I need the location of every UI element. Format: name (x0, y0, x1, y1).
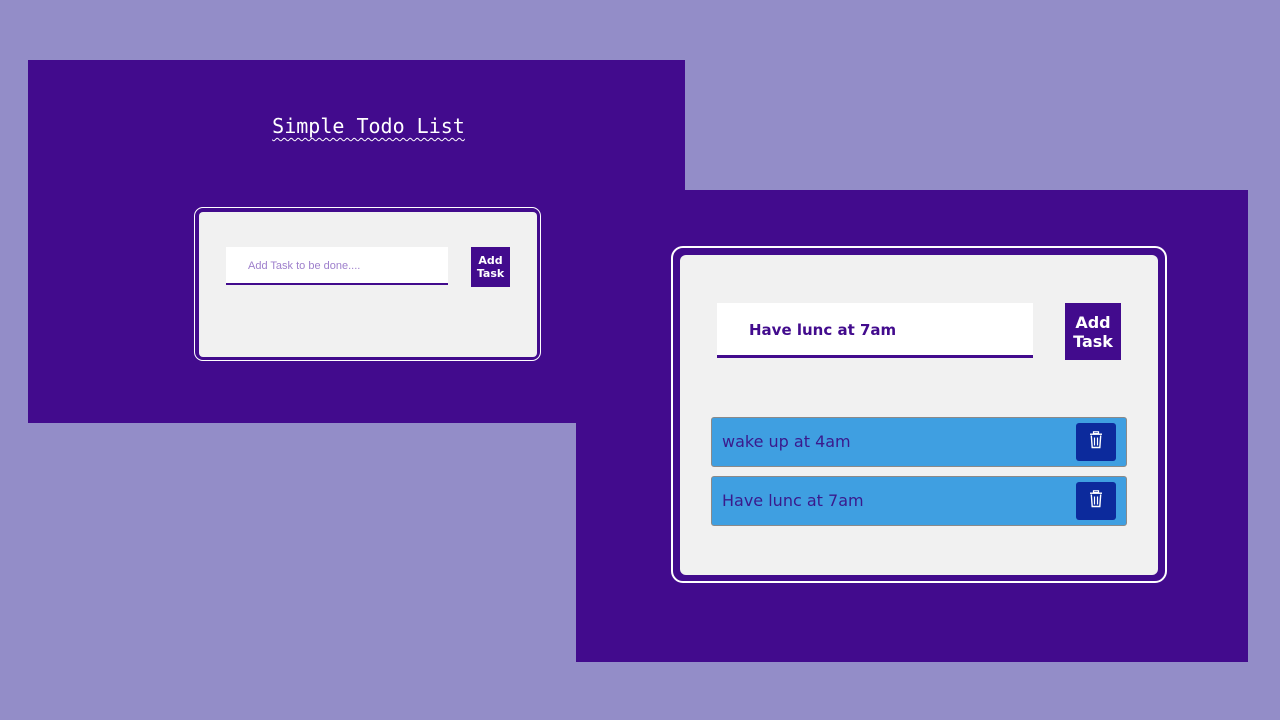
delete-task-button[interactable] (1076, 423, 1116, 461)
task-input-left[interactable]: Add Task to be done.... (226, 247, 448, 285)
page-title: Simple Todo List (272, 114, 465, 138)
task-input-right[interactable]: Have lunc at 7am (717, 303, 1033, 358)
task-text: wake up at 4am (722, 432, 851, 451)
delete-task-button[interactable] (1076, 482, 1116, 520)
task-item: wake up at 4am (711, 417, 1127, 467)
add-task-button-left[interactable]: Add Task (471, 247, 510, 287)
task-item: Have lunc at 7am (711, 476, 1127, 526)
add-task-button-right[interactable]: Add Task (1065, 303, 1121, 360)
trash-icon (1088, 431, 1104, 453)
trash-icon (1088, 490, 1104, 512)
task-text: Have lunc at 7am (722, 491, 864, 510)
